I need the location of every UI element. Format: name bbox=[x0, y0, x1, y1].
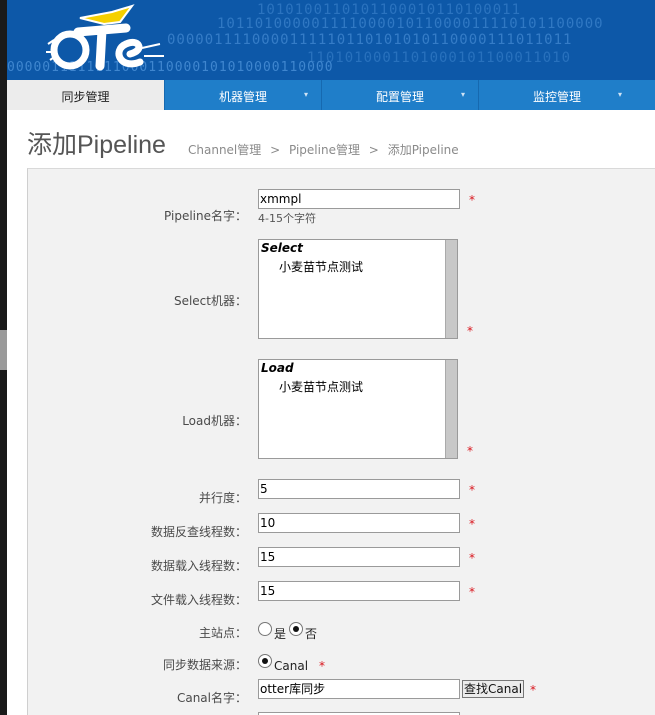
main-nav: 同步管理 机器管理 ▾ 配置管理 ▾ 监控管理 ▾ bbox=[7, 80, 655, 110]
find-canal-button[interactable]: 查找Canal bbox=[462, 680, 525, 698]
sync-source-canal-radio[interactable] bbox=[258, 654, 272, 668]
binary-decoration: 1011010000011110000101100001111010110000… bbox=[217, 16, 604, 32]
otter-logo[interactable] bbox=[42, 4, 172, 78]
listbox-scrollbar[interactable] bbox=[445, 240, 457, 338]
home-station-label: 主站点： bbox=[198, 626, 247, 640]
home-station-no-radio[interactable] bbox=[289, 622, 303, 636]
frame-scroll-handle bbox=[0, 330, 7, 370]
nav-tab-machine[interactable]: 机器管理 bbox=[165, 80, 321, 110]
extract-threads-label: 数据反查线程数： bbox=[150, 525, 247, 539]
chevron-down-icon[interactable]: ▾ bbox=[304, 80, 308, 110]
home-station-no-label: 否 bbox=[305, 627, 318, 641]
breadcrumb-current: 添加Pipeline bbox=[387, 143, 459, 157]
required-mark: * bbox=[469, 551, 475, 565]
home-station-yes-radio[interactable] bbox=[258, 622, 272, 636]
select-machine-option[interactable]: 小麦苗节点测试 bbox=[279, 258, 363, 275]
select-machines-listbox[interactable]: Select 小麦苗节点测试 bbox=[258, 239, 458, 339]
pipeline-name-label: Pipeline名字： bbox=[164, 209, 247, 223]
breadcrumb-link-channel[interactable]: Channel管理 bbox=[188, 143, 261, 157]
load-optgroup: Load bbox=[261, 361, 294, 375]
required-mark: * bbox=[469, 193, 475, 207]
page-title: 添加Pipeline bbox=[27, 131, 166, 159]
extract-threads-input[interactable]: 10 bbox=[258, 513, 460, 533]
required-mark: * bbox=[530, 683, 536, 697]
pipeline-name-hint: 4-15个字符 bbox=[258, 212, 316, 225]
listbox-scrollbar[interactable] bbox=[445, 360, 457, 458]
nav-tab-monitor[interactable]: 监控管理 bbox=[479, 80, 635, 110]
load-threads-input[interactable]: 15 bbox=[258, 547, 460, 567]
load-machines-listbox[interactable]: Load 小麦苗节点测试 bbox=[258, 359, 458, 459]
required-mark: * bbox=[469, 517, 475, 531]
breadcrumb-separator: > bbox=[270, 143, 281, 157]
binary-decoration: 0000011110000111110110101010110000111011… bbox=[167, 32, 573, 48]
sync-source-canal-label: Canal bbox=[274, 659, 309, 673]
breadcrumb-link-pipeline[interactable]: Pipeline管理 bbox=[289, 143, 360, 157]
home-station-yes-label: 是 bbox=[274, 627, 287, 641]
chevron-down-icon[interactable]: ▾ bbox=[618, 80, 622, 110]
binary-decoration: 1101010001101000101100011010 bbox=[307, 50, 572, 66]
required-mark: * bbox=[467, 324, 473, 338]
canal-name-input[interactable]: otter库同步 bbox=[258, 679, 460, 699]
breadcrumb: Channel管理 > Pipeline管理 > 添加Pipeline bbox=[188, 141, 459, 158]
required-mark: * bbox=[319, 659, 325, 673]
parallelism-input[interactable]: 5 bbox=[258, 479, 460, 499]
header-banner: 1010100110101100010110100011 10110100000… bbox=[7, 0, 655, 80]
chevron-down-icon[interactable]: ▾ bbox=[461, 80, 465, 110]
pipeline-name-input[interactable]: xmmpl bbox=[258, 189, 460, 209]
title-bar: 添加Pipeline Channel管理 > Pipeline管理 > 添加Pi… bbox=[7, 110, 655, 168]
parallelism-label: 并行度： bbox=[198, 491, 247, 505]
breadcrumb-separator: > bbox=[368, 143, 379, 157]
load-machines-label: Load机器： bbox=[182, 414, 247, 428]
canal-name-label: Canal名字： bbox=[176, 691, 247, 705]
file-load-threads-label: 文件载入线程数： bbox=[150, 593, 247, 607]
required-mark: * bbox=[469, 483, 475, 497]
nav-tab-sync[interactable]: 同步管理 bbox=[7, 80, 164, 110]
nav-tab-config[interactable]: 配置管理 bbox=[322, 80, 478, 110]
load-threads-label: 数据载入线程数： bbox=[150, 559, 247, 573]
sync-source-label: 同步数据来源： bbox=[162, 658, 247, 672]
required-mark: * bbox=[467, 444, 473, 458]
load-machine-option[interactable]: 小麦苗节点测试 bbox=[279, 378, 363, 395]
file-load-threads-input[interactable]: 15 bbox=[258, 581, 460, 601]
select-machines-label: Select机器： bbox=[173, 294, 247, 308]
window-frame bbox=[0, 0, 7, 715]
select-optgroup: Select bbox=[261, 241, 303, 255]
required-mark: * bbox=[469, 585, 475, 599]
